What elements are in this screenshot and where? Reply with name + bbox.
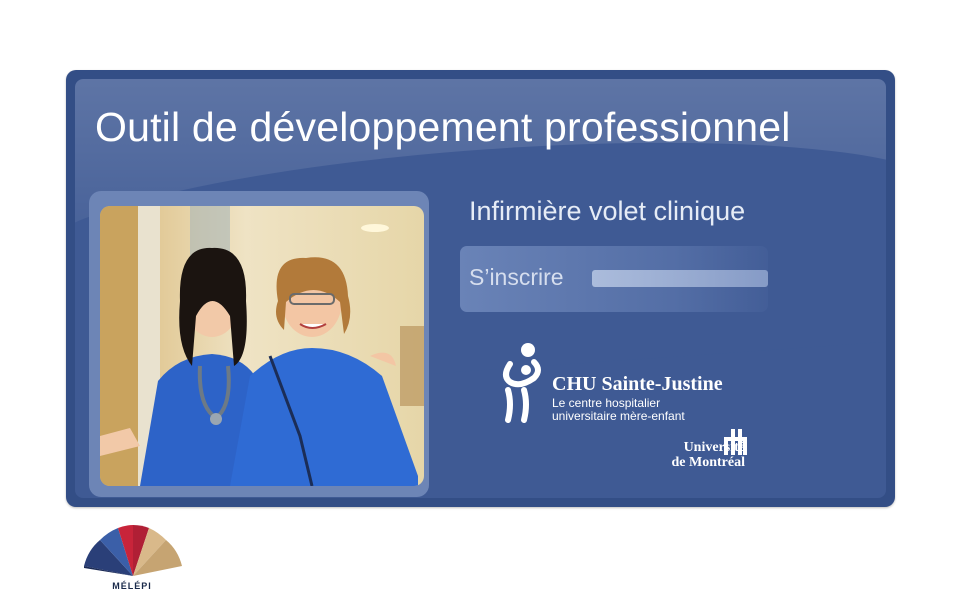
udem-line2: de Montréal (671, 455, 745, 470)
signup-button[interactable]: S’inscrire (460, 246, 768, 312)
chu-tagline-line2: universitaire mère-enfant (552, 409, 685, 423)
melepi-fan-logo-icon (84, 525, 182, 576)
signup-input-bar[interactable] (592, 270, 768, 287)
signup-label: S’inscrire (469, 264, 564, 290)
chu-sainte-justine-logo-icon (503, 343, 541, 423)
nurses-photo (100, 206, 424, 486)
role-subtitle: Infirmière volet clinique (469, 196, 746, 226)
chu-name: CHU Sainte-Justine (552, 373, 723, 395)
page-title: Outil de développement professionnel (95, 104, 791, 150)
melepi-label: MÉLÉPI (112, 581, 152, 591)
chu-tagline-line1: Le centre hospitalier (552, 396, 661, 410)
universite-de-montreal-logo-icon (724, 429, 747, 455)
